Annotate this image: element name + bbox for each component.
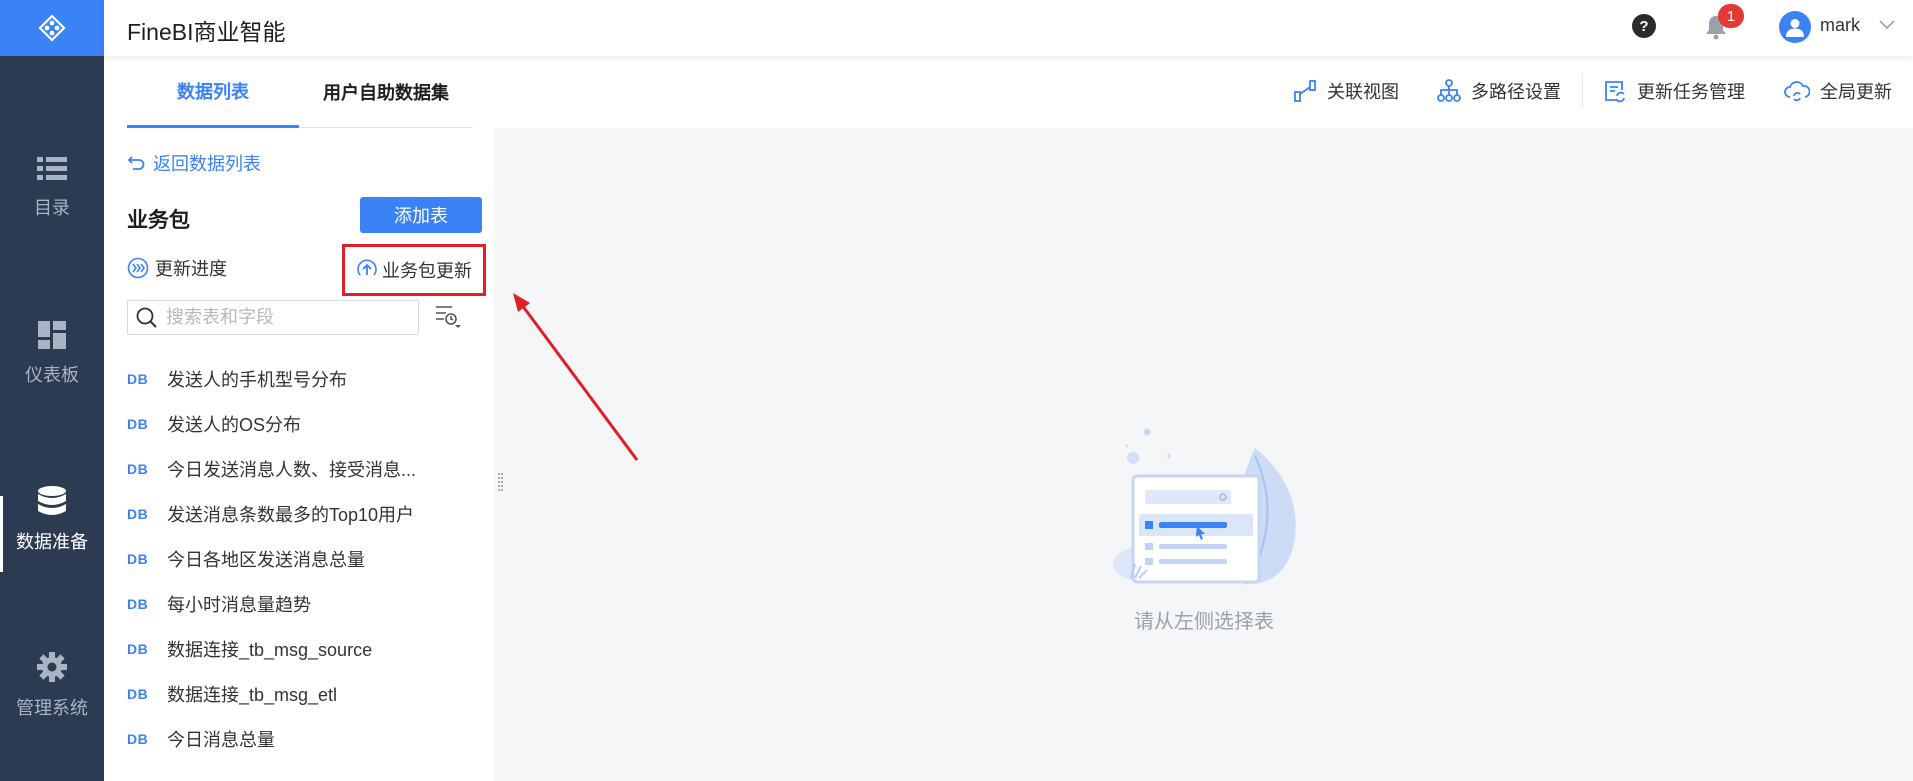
db-tag: DB bbox=[127, 460, 149, 477]
search-field[interactable] bbox=[127, 300, 419, 335]
relation-icon bbox=[1294, 80, 1316, 102]
update-progress-label: 更新进度 bbox=[155, 259, 227, 279]
update-task-manage-label: 更新任务管理 bbox=[1637, 82, 1745, 102]
table-list-item[interactable]: DB 今日发送消息人数、接受消息... bbox=[127, 446, 477, 491]
hierarchy-icon bbox=[1437, 79, 1461, 102]
nav-label-catalog: 目录 bbox=[34, 198, 70, 218]
table-list-item[interactable]: DB 发送人的手机型号分布 bbox=[127, 356, 477, 401]
db-tag: DB bbox=[127, 550, 149, 567]
toolbar-divider bbox=[1582, 74, 1583, 108]
update-progress-button[interactable]: 更新进度 bbox=[127, 255, 227, 281]
table-name: 数据连接_tb_msg_source bbox=[167, 639, 373, 660]
table-list-item[interactable]: DB 今日各地区发送消息总量 bbox=[127, 536, 477, 581]
table-list-item[interactable]: DB 数据连接_tb_msg_source bbox=[127, 626, 477, 671]
data-tabs: 数据列表 用户自助数据集 bbox=[127, 56, 473, 128]
progress-icon bbox=[127, 257, 149, 279]
table-name: 今日消息总量 bbox=[167, 729, 275, 750]
nav-item-catalog[interactable]: 目录 bbox=[0, 128, 104, 248]
package-title: 业务包 bbox=[127, 209, 190, 232]
db-tag: DB bbox=[127, 685, 149, 702]
upload-circle-icon bbox=[357, 259, 377, 276]
task-refresh-icon bbox=[1605, 81, 1625, 103]
table-name: 今日各地区发送消息总量 bbox=[167, 549, 365, 570]
app-title: FineBI商业智能 bbox=[127, 19, 286, 45]
nav-item-dashboard[interactable]: 仪表板 bbox=[0, 294, 104, 414]
back-arrow-icon bbox=[127, 156, 145, 170]
list-icon bbox=[37, 157, 67, 180]
filter-history-icon[interactable] bbox=[434, 303, 462, 331]
cloud-refresh-icon bbox=[1784, 81, 1810, 102]
dashboard-icon bbox=[38, 321, 66, 349]
nav-item-data-prep[interactable]: 数据准备 bbox=[0, 460, 104, 580]
empty-state-message: 请从左侧选择表 bbox=[1134, 611, 1274, 633]
gear-icon bbox=[37, 652, 67, 682]
db-tag: DB bbox=[127, 640, 149, 657]
table-list-item[interactable]: DB 发送消息条数最多的Top10用户 bbox=[127, 491, 477, 536]
avatar[interactable] bbox=[1779, 11, 1811, 43]
nav-label-dashboard: 仪表板 bbox=[25, 365, 79, 385]
db-tag: DB bbox=[127, 595, 149, 612]
resize-handle[interactable] bbox=[498, 472, 503, 494]
table-list-item[interactable]: DB 发送人的OS分布 bbox=[127, 401, 477, 446]
empty-state-illustration bbox=[1113, 428, 1296, 585]
tab-self-service-dataset[interactable]: 用户自助数据集 bbox=[299, 56, 473, 128]
relation-view-button[interactable]: 关联视图 bbox=[1293, 76, 1399, 106]
table-list: DB 发送人的手机型号分布 DB 发送人的OS分布 DB 今日发送消息人数、接受… bbox=[127, 356, 477, 761]
username[interactable]: mark bbox=[1820, 15, 1860, 36]
back-link-label: 返回数据列表 bbox=[153, 154, 261, 174]
database-icon bbox=[38, 486, 66, 515]
notification-badge: 1 bbox=[1718, 4, 1744, 28]
help-icon[interactable]: ? bbox=[1632, 14, 1656, 38]
table-name: 发送人的OS分布 bbox=[167, 414, 302, 435]
table-name: 数据连接_tb_msg_etl bbox=[167, 684, 338, 705]
package-panel: 返回数据列表 业务包 添加表 更新进度 业务包更新 搜索表和字段 DB 发送人的… bbox=[104, 128, 494, 781]
package-update-button[interactable]: 业务包更新 bbox=[342, 244, 486, 296]
top-header: FineBI商业智能 ? 1 mark bbox=[104, 0, 1913, 56]
search-icon bbox=[136, 307, 157, 328]
relation-view-label: 关联视图 bbox=[1327, 82, 1399, 102]
annotation-arrow bbox=[513, 293, 639, 461]
back-to-list-link[interactable]: 返回数据列表 bbox=[127, 150, 261, 176]
table-name: 每小时消息量趋势 bbox=[167, 594, 311, 615]
table-list-item[interactable]: DB 每小时消息量趋势 bbox=[127, 581, 477, 626]
update-task-manage-button[interactable]: 更新任务管理 bbox=[1603, 76, 1745, 106]
app-logo[interactable] bbox=[0, 0, 104, 56]
multipath-label: 多路径设置 bbox=[1471, 82, 1561, 102]
left-nav: 目录 仪表板 数据准备 管理系统 bbox=[0, 0, 104, 781]
table-name: 今日发送消息人数、接受消息... bbox=[167, 459, 417, 480]
table-list-item[interactable]: DB 今日消息总量 bbox=[127, 716, 477, 761]
global-update-label: 全局更新 bbox=[1820, 82, 1892, 102]
nav-item-admin[interactable]: 管理系统 bbox=[0, 626, 104, 746]
table-name: 发送人的手机型号分布 bbox=[167, 369, 347, 390]
tab-data-list[interactable]: 数据列表 bbox=[127, 56, 299, 128]
db-tag: DB bbox=[127, 730, 149, 747]
global-update-button[interactable]: 全局更新 bbox=[1784, 76, 1892, 106]
table-name: 发送消息条数最多的Top10用户 bbox=[167, 504, 415, 525]
db-tag: DB bbox=[127, 370, 149, 387]
table-list-item[interactable]: DB 数据连接_tb_msg_etl bbox=[127, 671, 477, 716]
user-icon bbox=[1786, 19, 1804, 37]
db-tag: DB bbox=[127, 505, 149, 522]
nav-label-admin: 管理系统 bbox=[16, 698, 88, 718]
package-update-label: 业务包更新 bbox=[382, 261, 472, 281]
nav-label-data-prep: 数据准备 bbox=[16, 532, 88, 552]
search-input[interactable] bbox=[166, 307, 406, 328]
multipath-button[interactable]: 多路径设置 bbox=[1437, 76, 1561, 106]
logo-icon bbox=[38, 14, 66, 42]
add-table-button[interactable]: 添加表 bbox=[360, 197, 482, 233]
db-tag: DB bbox=[127, 415, 149, 432]
chevron-down-icon[interactable] bbox=[1878, 15, 1896, 33]
